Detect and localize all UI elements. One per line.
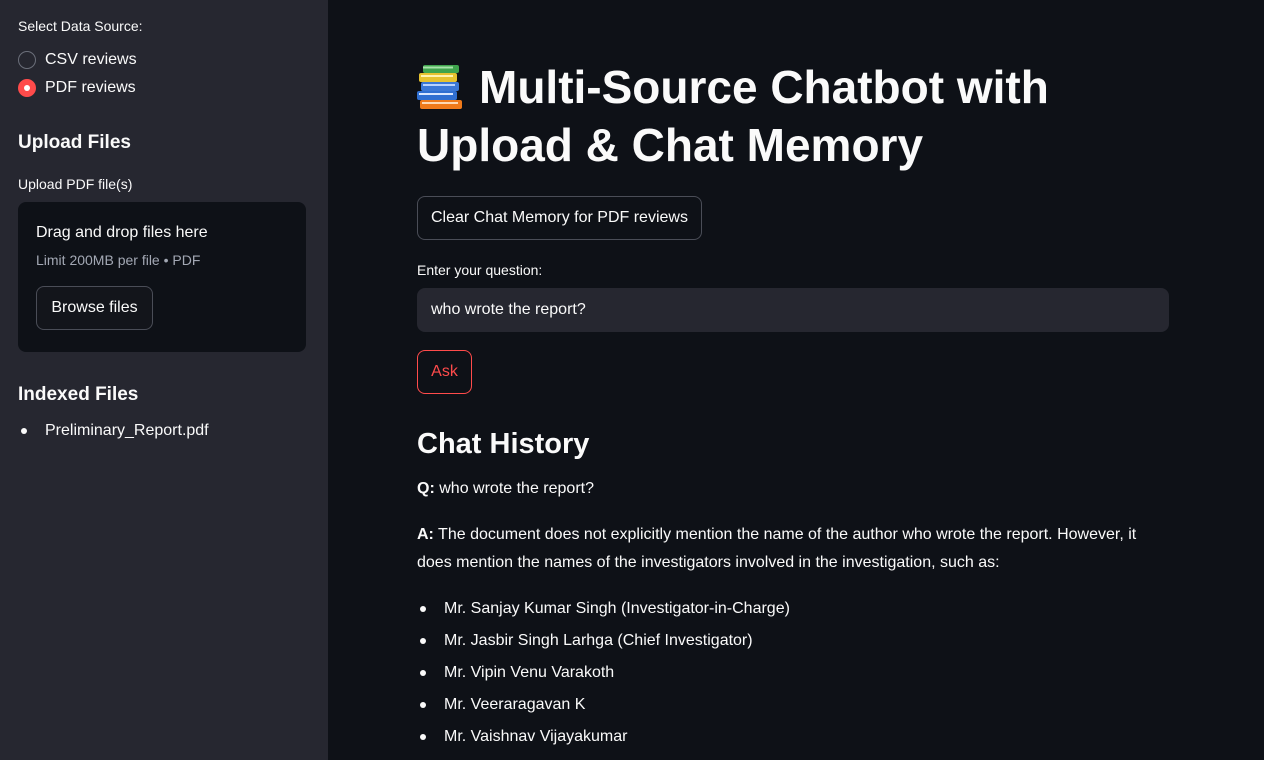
browse-files-button[interactable]: Browse files — [36, 286, 153, 330]
app-root: Select Data Source: CSV reviews PDF revi… — [0, 0, 1264, 760]
list-item: Mr. Jasbir Singh Larhga (Chief Investiga… — [417, 625, 1264, 657]
investigator-name: Mr. Vaishnav Vijayakumar — [444, 728, 628, 745]
radio-selected-icon — [18, 79, 36, 97]
radio-label-csv: CSV reviews — [45, 51, 137, 68]
question-text: who wrote the report? — [439, 480, 594, 497]
bullet-icon — [420, 638, 426, 644]
file-dropzone[interactable]: Drag and drop files here Limit 200MB per… — [18, 202, 306, 352]
answer-text: The document does not explicitly mention… — [417, 526, 1137, 571]
upload-pdf-label: Upload PDF file(s) — [18, 176, 133, 192]
list-item: Mr. Sanjay Kumar Singh (Investigator-in-… — [417, 593, 1264, 625]
chat-question: Q: who wrote the report? — [417, 475, 1169, 503]
radio-unselected-icon — [18, 51, 36, 69]
indexed-file-item: Preliminary_Report.pdf — [18, 422, 306, 440]
question-label: Enter your question: — [417, 262, 543, 278]
question-input[interactable] — [417, 288, 1169, 332]
bullet-icon — [420, 702, 426, 708]
investigator-name: Mr. Sanjay Kumar Singh (Investigator-in-… — [444, 600, 790, 617]
list-item: Mr. Vaishnav Vijayakumar — [417, 721, 1264, 753]
bullet-icon — [420, 670, 426, 676]
chat-history-heading: Chat History — [417, 428, 590, 460]
data-source-label: Select Data Source: — [18, 18, 143, 34]
indexed-files-heading: Indexed Files — [18, 384, 139, 405]
investigator-list: Mr. Sanjay Kumar Singh (Investigator-in-… — [417, 593, 1264, 753]
dropzone-limit: Limit 200MB per file • PDF — [36, 252, 201, 268]
upload-files-heading: Upload Files — [18, 132, 131, 153]
list-item: Mr. Vipin Venu Varakoth — [417, 657, 1264, 689]
investigator-name: Mr. Veeraragavan K — [444, 696, 586, 713]
sidebar: Select Data Source: CSV reviews PDF revi… — [0, 0, 328, 760]
radio-csv-reviews[interactable]: CSV reviews — [18, 46, 306, 74]
answer-prefix: A: — [417, 526, 434, 543]
main-content: Multi-Source Chatbot with Upload & Chat … — [328, 0, 1264, 760]
clear-chat-memory-button[interactable]: Clear Chat Memory for PDF reviews — [417, 196, 702, 240]
bullet-icon — [420, 734, 426, 740]
dropzone-title: Drag and drop files here — [36, 224, 208, 241]
ask-button[interactable]: Ask — [417, 350, 472, 394]
radio-pdf-reviews[interactable]: PDF reviews — [18, 74, 306, 102]
books-icon — [417, 65, 462, 109]
bullet-icon — [21, 428, 27, 434]
investigator-name: Mr. Jasbir Singh Larhga (Chief Investiga… — [444, 632, 753, 649]
page-title: Multi-Source Chatbot with Upload & Chat … — [417, 58, 1117, 174]
question-prefix: Q: — [417, 480, 435, 497]
radio-label-pdf: PDF reviews — [45, 79, 136, 96]
indexed-files-list: Preliminary_Report.pdf — [18, 422, 306, 440]
bullet-icon — [420, 606, 426, 612]
investigator-name: Mr. Vipin Venu Varakoth — [444, 664, 615, 681]
indexed-file-name: Preliminary_Report.pdf — [45, 422, 209, 439]
list-item: Mr. Veeraragavan K — [417, 689, 1264, 721]
chat-answer: A: The document does not explicitly ment… — [417, 521, 1169, 577]
page-title-text: Multi-Source Chatbot with Upload & Chat … — [417, 61, 1049, 171]
